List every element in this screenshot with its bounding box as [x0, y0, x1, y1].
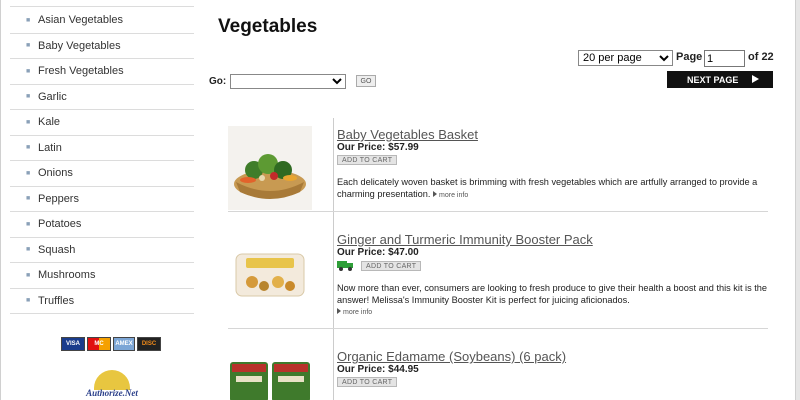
sidebar-item-squash[interactable]: ■ Squash: [10, 238, 194, 263]
product-name-link[interactable]: Organic Edamame (Soybeans) (6 pack): [337, 349, 566, 364]
truck-icon: [337, 261, 353, 271]
divider: [333, 118, 334, 211]
amex-card-icon: AMEX: [113, 337, 135, 351]
sidebar-item-baby-vegetables[interactable]: ■ Baby Vegetables: [10, 34, 194, 59]
seal-icon: [94, 370, 130, 390]
sidebar-item-label: Asian Vegetables: [38, 14, 124, 27]
sidebar-item-mushrooms[interactable]: ■ Mushrooms: [10, 263, 194, 289]
product-price: Our Price: $47.00: [337, 247, 419, 258]
sidebar-item-potatoes[interactable]: ■ Potatoes: [10, 212, 194, 238]
bullet-icon: ■: [26, 169, 31, 177]
sidebar-item-fresh-vegetables[interactable]: ■ Fresh Vegetables: [10, 59, 194, 85]
divider: [333, 329, 334, 400]
main-content: Vegetables 20 per page Page of 22 NEXT P…: [201, 0, 797, 400]
go-select[interactable]: [230, 74, 346, 89]
bullet-icon: ■: [26, 42, 31, 50]
add-to-cart-button[interactable]: ADD TO CART: [361, 261, 422, 271]
bullet-icon: ■: [26, 67, 31, 75]
bullet-icon: ■: [26, 93, 31, 101]
bullet-icon: ■: [26, 246, 31, 254]
bullet-icon: ■: [26, 195, 31, 203]
bullet-icon: ■: [26, 297, 31, 305]
product-description-text: Now more than ever, consumers are lookin…: [337, 283, 768, 305]
sidebar-item-onions[interactable]: ■ Onions: [10, 161, 194, 187]
sidebar-item-label: Latin: [38, 141, 62, 154]
product-divider: [228, 211, 768, 212]
next-page-button[interactable]: NEXT PAGE: [667, 71, 773, 88]
payment-cards: VISA MC AMEX DISC: [61, 337, 161, 351]
go-button[interactable]: GO: [356, 75, 376, 87]
sidebar-item-label: Truffles: [38, 294, 75, 307]
bullet-icon: ■: [26, 271, 31, 279]
play-arrow-icon: [752, 75, 759, 83]
bullet-icon: ■: [26, 220, 31, 228]
sidebar-item-label: Baby Vegetables: [38, 39, 121, 52]
category-sidebar: ■ Asian Vegetables ■ Baby Vegetables ■ F…: [10, 0, 194, 400]
add-to-cart-button[interactable]: ADD TO CART: [337, 377, 398, 387]
product-description-text: Each delicately woven basket is brimming…: [337, 177, 758, 199]
product-image[interactable]: [228, 362, 312, 400]
product-description: Now more than ever, consumers are lookin…: [337, 283, 767, 319]
sidebar-item-label: Potatoes: [38, 218, 82, 231]
bullet-icon: ■: [26, 144, 31, 152]
sidebar-item-truffles[interactable]: ■ Truffles: [10, 289, 194, 314]
sidebar-top-divider: [10, 0, 194, 7]
sidebar-item-latin[interactable]: ■ Latin: [10, 136, 194, 161]
sidebar-item-label: Kale: [38, 116, 61, 129]
page-title: Vegetables: [218, 16, 318, 37]
page-label: Page: [676, 51, 703, 63]
sidebar-item-peppers[interactable]: ■ Peppers: [10, 187, 194, 212]
sidebar-item-label: Onions: [38, 167, 73, 180]
product-description: Each delicately woven basket is brimming…: [337, 177, 767, 201]
page-frame: ■ Asian Vegetables ■ Baby Vegetables ■ F…: [0, 0, 796, 400]
mastercard-icon: MC: [87, 337, 111, 351]
bullet-icon: ■: [26, 118, 31, 126]
product-image[interactable]: [228, 126, 312, 210]
product-name-link[interactable]: Ginger and Turmeric Immunity Booster Pac…: [337, 232, 593, 247]
add-to-cart-button[interactable]: ADD TO CART: [337, 155, 398, 165]
authorize-net-label: Authorize.Net: [86, 388, 138, 398]
product-price: Our Price: $57.99: [337, 142, 419, 153]
page-count-label: of 22: [748, 51, 774, 63]
product-image[interactable]: [228, 238, 312, 308]
product-divider: [228, 328, 768, 329]
product-name-link[interactable]: Baby Vegetables Basket: [337, 127, 478, 142]
go-label: Go:: [209, 76, 227, 87]
visa-card-icon: VISA: [61, 337, 85, 351]
more-info-link[interactable]: more info: [337, 309, 372, 316]
sidebar-item-label: Squash: [38, 243, 76, 256]
divider: [333, 212, 334, 328]
product-price: Our Price: $44.95: [337, 364, 419, 375]
bullet-icon: ■: [26, 16, 31, 24]
sidebar-item-label: Garlic: [38, 90, 67, 103]
authorize-net-seal[interactable]: Authorize.Net: [84, 370, 140, 400]
sidebar-item-kale[interactable]: ■ Kale: [10, 110, 194, 136]
next-page-label: NEXT PAGE: [687, 74, 739, 85]
sidebar-item-label: Mushrooms: [38, 269, 96, 282]
sidebar-item-garlic[interactable]: ■ Garlic: [10, 85, 194, 110]
more-info-link[interactable]: more info: [433, 192, 468, 199]
scrollbar[interactable]: [796, 0, 800, 400]
page-number-input[interactable]: [704, 50, 745, 67]
sidebar-item-label: Fresh Vegetables: [38, 65, 124, 78]
discover-card-icon: DISC: [137, 337, 161, 351]
sidebar-item-asian-vegetables[interactable]: ■ Asian Vegetables: [10, 8, 194, 34]
sidebar-item-label: Peppers: [38, 192, 79, 205]
per-page-select[interactable]: 20 per page: [578, 50, 673, 66]
